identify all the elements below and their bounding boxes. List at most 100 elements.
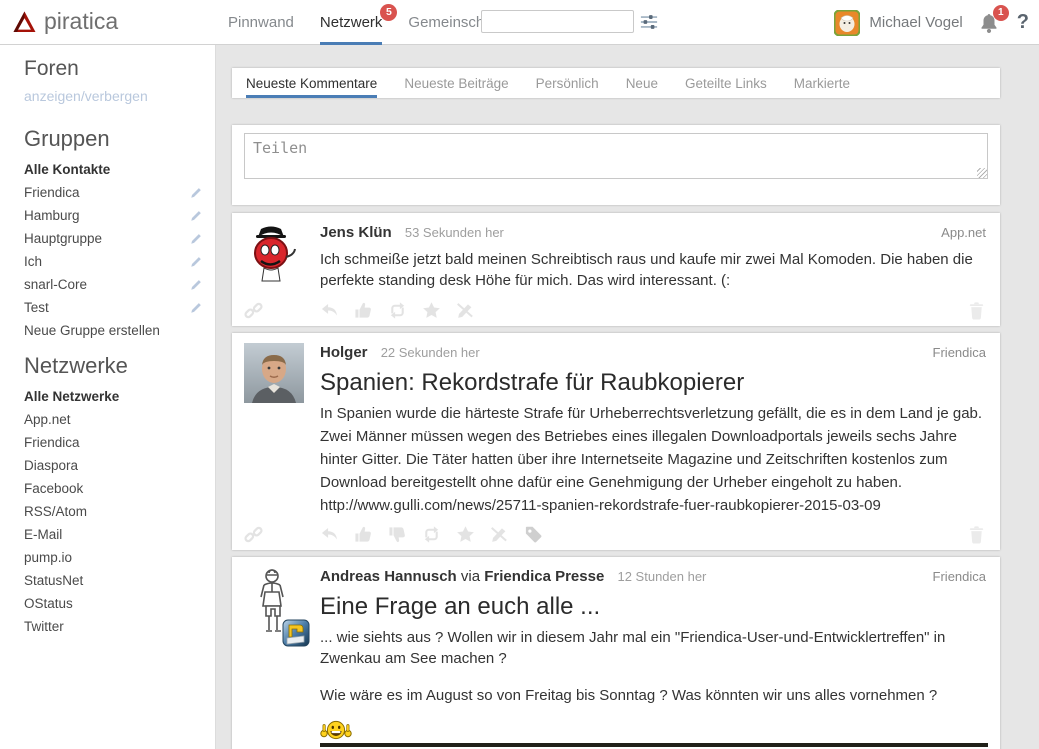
post-body: In Spanien wurde die härteste Strafe für…	[320, 402, 988, 517]
post-paragraph: Wie wäre es im August so von Freitag bis…	[320, 685, 988, 706]
top-navbar: piratica Pinnwand Netzwerk 5 Gemeinschaf…	[0, 0, 1039, 45]
share-textarea[interactable]	[244, 133, 988, 179]
user-menu: Michael Vogel 1 ?	[834, 0, 1029, 45]
post-timestamp: 22 Sekunden her	[381, 345, 480, 360]
sidebar-item-statusnet[interactable]: StatusNet	[0, 569, 215, 592]
edit-group-icon[interactable]	[190, 255, 203, 268]
post-author-avatar[interactable]	[244, 343, 304, 403]
sidebar-item-twitter[interactable]: Twitter	[0, 615, 215, 638]
post-timestamp: 12 Stunden her	[617, 569, 706, 584]
sidebar-item-email[interactable]: E-Mail	[0, 523, 215, 546]
permalink-icon[interactable]	[244, 525, 263, 544]
brand-name: piratica	[44, 8, 118, 35]
post-author-avatar[interactable]	[244, 223, 304, 283]
post-via-author-name[interactable]: Friendica Presse	[484, 568, 604, 585]
tab-persoenlich[interactable]: Persönlich	[536, 68, 599, 98]
post-title: Spanien: Rekordstrafe für Raubkopierer	[320, 369, 988, 397]
brand[interactable]: piratica	[12, 8, 118, 35]
sidebar-item-alle-kontakte[interactable]: Alle Kontakte	[0, 158, 215, 181]
tab-markierte[interactable]: Markierte	[794, 68, 850, 98]
sidebar-item-diaspora[interactable]: Diaspora	[0, 454, 215, 477]
post-body: ... wie siehts aus ? Wollen wir in diese…	[320, 627, 988, 706]
sidebar-item-alle-netzwerke[interactable]: Alle Netzwerke	[0, 385, 215, 408]
post-author-name[interactable]: Andreas Hannusch	[320, 568, 457, 585]
tab-neueste-kommentare[interactable]: Neueste Kommentare	[246, 68, 377, 98]
notifications-badge: 1	[993, 5, 1009, 21]
post-jens-kluen: App.net Jens Klün 53 Sekunden her Ich sc…	[232, 213, 1000, 326]
edit-group-icon[interactable]	[190, 301, 203, 314]
sidebar-item-rss-atom[interactable]: RSS/Atom	[0, 500, 215, 523]
edit-disabled-icon[interactable]	[456, 301, 475, 320]
netzwerke-list: Alle Netzwerke App.net Friendica Diaspor…	[0, 385, 215, 638]
star-icon[interactable]	[422, 301, 441, 320]
notifications-button[interactable]: 1	[978, 12, 1000, 34]
sidebar-item-hauptgruppe[interactable]: Hauptgruppe	[0, 227, 215, 250]
tab-neueste-beitraege[interactable]: Neueste Beiträge	[404, 68, 508, 98]
sidebar: Foren anzeigen/verbergen Gruppen Alle Ko…	[0, 45, 216, 749]
post-author-avatar[interactable]	[244, 567, 304, 637]
post-paragraph: ... wie siehts aus ? Wollen wir in diese…	[320, 627, 988, 669]
tag-icon[interactable]	[524, 525, 543, 544]
sidebar-item-pumpio[interactable]: pump.io	[0, 546, 215, 569]
sidebar-item-ostatus[interactable]: OStatus	[0, 592, 215, 615]
edit-group-icon[interactable]	[190, 186, 203, 199]
help-button[interactable]: ?	[1017, 11, 1029, 34]
gruppen-heading: Gruppen	[24, 127, 215, 151]
reply-icon[interactable]	[320, 525, 339, 544]
user-name[interactable]: Michael Vogel	[869, 14, 962, 31]
dislike-icon[interactable]	[388, 525, 407, 544]
sidebar-item-friendica-net[interactable]: Friendica	[0, 431, 215, 454]
stream-tabs: Neueste Kommentare Neueste Beiträge Pers…	[232, 68, 1000, 98]
edit-group-icon[interactable]	[190, 232, 203, 245]
delete-icon[interactable]	[967, 525, 986, 544]
tab-neue[interactable]: Neue	[626, 68, 658, 98]
post-holger: Friendica Holger 22 Sekunden her Spanien…	[232, 333, 1000, 550]
sidebar-item-ich[interactable]: Ich	[0, 250, 215, 273]
sidebar-item-friendica-group[interactable]: Friendica	[0, 181, 215, 204]
delete-icon[interactable]	[967, 301, 986, 320]
piratica-logo-icon	[12, 10, 37, 34]
netzwerke-heading: Netzwerke	[24, 354, 215, 378]
star-icon[interactable]	[456, 525, 475, 544]
sidebar-item-snarl-core[interactable]: snarl-Core	[0, 273, 215, 296]
post-network-label: Friendica	[933, 345, 986, 360]
sidebar-item-hamburg[interactable]: Hamburg	[0, 204, 215, 227]
post-title: Eine Frage an euch alle ...	[320, 593, 988, 621]
reply-icon[interactable]	[320, 301, 339, 320]
share-retweet-icon[interactable]	[422, 525, 441, 544]
foren-toggle-link[interactable]: anzeigen/verbergen	[24, 88, 215, 104]
nav-pinnwand[interactable]: Pinnwand	[228, 0, 294, 45]
nav-netzwerk[interactable]: Netzwerk 5	[320, 0, 383, 45]
permalink-icon[interactable]	[244, 301, 263, 320]
user-avatar[interactable]	[834, 10, 860, 36]
edit-disabled-icon[interactable]	[490, 525, 509, 544]
like-icon[interactable]	[354, 525, 373, 544]
share-retweet-icon[interactable]	[388, 301, 407, 320]
via-label: via	[461, 568, 480, 585]
foren-heading: Foren	[24, 57, 215, 81]
post-body: Ich schmeiße jetzt bald meinen Schreibti…	[320, 249, 988, 291]
share-composer-panel	[232, 125, 1000, 205]
sidebar-item-facebook[interactable]: Facebook	[0, 477, 215, 500]
post-author-name[interactable]: Holger	[320, 344, 368, 361]
thumbsup-smiley-emoticon	[320, 720, 352, 740]
post-actions	[244, 525, 988, 545]
sidebar-item-test[interactable]: Test	[0, 296, 215, 319]
post-network-label: App.net	[941, 225, 986, 240]
sidebar-item-neue-gruppe[interactable]: Neue Gruppe erstellen	[0, 319, 215, 342]
post-network-label: Friendica	[933, 569, 986, 584]
search-filter-icon[interactable]	[640, 13, 658, 31]
post-external-link[interactable]: http://www.gulli.com/news/25711-spanien-…	[320, 494, 988, 517]
like-icon[interactable]	[354, 301, 373, 320]
search-input[interactable]	[481, 10, 634, 33]
edit-group-icon[interactable]	[190, 209, 203, 222]
post-actions	[244, 301, 988, 321]
edit-group-icon[interactable]	[190, 278, 203, 291]
post-author-name[interactable]: Jens Klün	[320, 224, 392, 241]
main-content: Neueste Kommentare Neueste Beiträge Pers…	[216, 45, 1039, 749]
friendica-badge-icon	[282, 619, 310, 647]
sidebar-item-appnet[interactable]: App.net	[0, 408, 215, 431]
gruppen-list: Alle Kontakte Friendica Hamburg Hauptgru…	[0, 158, 215, 342]
tab-geteilte-links[interactable]: Geteilte Links	[685, 68, 767, 98]
emoji-line	[320, 720, 988, 740]
